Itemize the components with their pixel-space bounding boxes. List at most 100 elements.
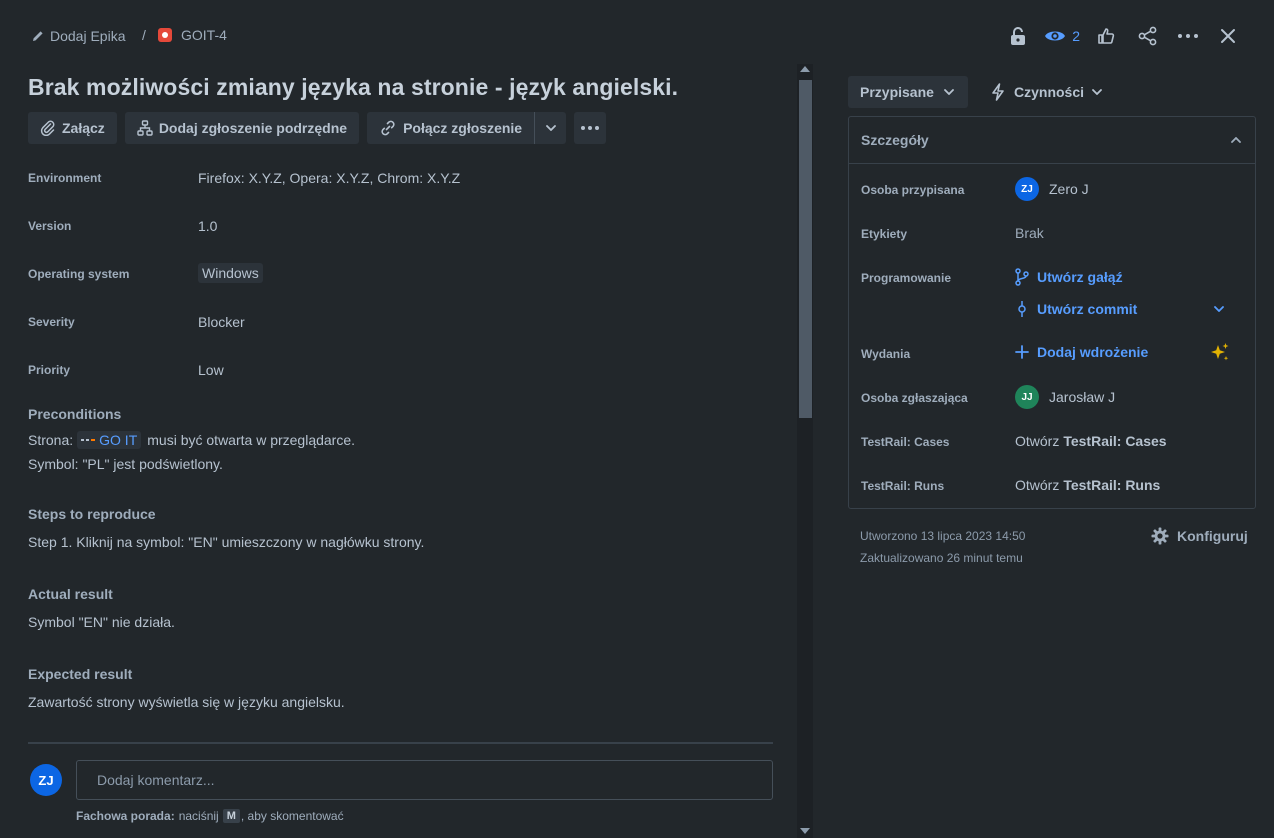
field-value-severity[interactable]: Blocker <box>198 314 245 330</box>
close-icon[interactable] <box>1212 24 1244 48</box>
assignee-name: Zero J <box>1049 181 1089 197</box>
link-issue-button[interactable]: Połącz zgłoszenie <box>367 112 567 144</box>
share-icon[interactable] <box>1132 24 1164 48</box>
chevron-down-icon <box>1092 89 1102 95</box>
assignee-value[interactable]: ZJ Zero J <box>1015 177 1089 201</box>
breadcrumb-issue-key[interactable]: GOIT-4 <box>158 27 227 43</box>
preconditions-suffix: musi być otwarta w przeglądarce. <box>147 432 356 448</box>
steps-text: Step 1. Kliknij na symbol: "EN" umieszcz… <box>28 534 425 550</box>
go-it-smart-link[interactable]: GO IT <box>77 431 142 449</box>
link-issue-label: Połącz zgłoszenie <box>403 120 523 136</box>
issue-key-label: GOIT-4 <box>181 27 227 43</box>
comment-divider <box>28 742 773 744</box>
preconditions-line-2: Symbol: "PL" jest podświetlony. <box>28 456 223 472</box>
attach-button[interactable]: Załącz <box>28 112 117 144</box>
site-favicon-icon <box>81 437 96 443</box>
issue-title[interactable]: Brak możliwości zmiany języka na stronie… <box>28 74 678 101</box>
paperclip-icon <box>40 120 56 136</box>
testrail-cases-link[interactable]: Otwórz TestRail: Cases <box>1015 433 1167 449</box>
go-it-link-label: GO IT <box>99 432 138 448</box>
thumbs-up-icon[interactable] <box>1090 24 1122 48</box>
chevron-down-icon <box>1214 306 1224 312</box>
testrail-runs-pre: Otwórz <box>1015 477 1060 493</box>
testrail-runs-bold: TestRail: Runs <box>1063 477 1161 493</box>
pencil-icon <box>32 30 44 42</box>
main-scrollbar-thumb[interactable] <box>799 80 812 418</box>
toolbar-more-button[interactable] <box>574 112 607 144</box>
comment-input[interactable]: Dodaj komentarz... <box>76 760 773 800</box>
add-deployment-link[interactable]: Dodaj wdrożenie <box>1015 344 1148 360</box>
development-expand[interactable] <box>1214 306 1224 312</box>
chevron-down-icon <box>944 89 954 95</box>
bug-icon <box>158 28 172 42</box>
create-branch-label: Utwórz gałąź <box>1037 269 1123 285</box>
configure-label: Konfiguruj <box>1177 528 1248 544</box>
actual-result-heading: Actual result <box>28 586 113 602</box>
field-value-operating-system[interactable]: Windows <box>198 263 263 283</box>
comment-tip: Fachowa porada: naciśnij M , aby skoment… <box>76 809 344 823</box>
watch-count: 2 <box>1072 28 1080 44</box>
ai-sparkle-icon[interactable] <box>1209 342 1231 364</box>
link-issue-dropdown[interactable] <box>534 112 566 144</box>
testrail-runs-link[interactable]: Otwórz TestRail: Runs <box>1015 477 1160 493</box>
reporter-name: Jarosław J <box>1049 389 1116 405</box>
add-child-issue-button[interactable]: Dodaj zgłoszenie podrzędne <box>124 112 360 144</box>
field-label-priority: Priority <box>28 363 71 377</box>
scroll-up-arrow-icon[interactable] <box>800 66 810 72</box>
actions-dropdown[interactable]: Czynności <box>990 76 1102 108</box>
create-commit-link[interactable]: Utwórz commit <box>1015 300 1137 318</box>
create-commit-label: Utwórz commit <box>1037 301 1138 317</box>
attach-label: Załącz <box>62 120 105 136</box>
testrail-runs-label: TestRail: Runs <box>861 479 945 493</box>
actions-label: Czynności <box>1014 84 1085 100</box>
comment-avatar: ZJ <box>30 764 62 796</box>
field-value-priority[interactable]: Low <box>198 362 224 378</box>
testrail-cases-pre: Otwórz <box>1015 433 1060 449</box>
field-label-version: Version <box>28 219 72 233</box>
configure-button[interactable]: Konfiguruj <box>1151 527 1248 545</box>
lightning-icon <box>992 83 1004 101</box>
tip-post: , aby skomentować <box>240 809 344 823</box>
breadcrumb-separator: / <box>142 27 146 43</box>
status-label: Przypisane <box>860 84 934 100</box>
scroll-down-arrow-icon[interactable] <box>800 828 810 834</box>
preconditions-prefix: Strona: <box>28 432 74 448</box>
expected-result-text: Zawartość strony wyświetla się w języku … <box>28 694 345 710</box>
field-label-operating-system: Operating system <box>28 267 130 281</box>
field-value-version[interactable]: 1.0 <box>198 218 217 234</box>
testrail-cases-bold: TestRail: Cases <box>1063 433 1167 449</box>
watch-button[interactable]: 2 <box>1038 28 1086 44</box>
more-icon <box>581 126 600 130</box>
link-issue-main[interactable]: Połącz zgłoszenie <box>367 112 534 144</box>
reporter-avatar: JJ <box>1015 385 1039 409</box>
labels-value[interactable]: Brak <box>1015 225 1044 241</box>
issue-toolbar: Załącz Dodaj zgłoszenie podrzędne Połącz… <box>28 112 607 144</box>
field-label-severity: Severity <box>28 315 75 329</box>
created-timestamp: Utworzono 13 lipca 2023 14:50 <box>860 529 1026 543</box>
reporter-label: Osoba zgłaszająca <box>861 391 968 405</box>
chevron-up-icon <box>1231 137 1241 143</box>
field-value-environment[interactable]: Firefox: X.Y.Z, Opera: X.Y.Z, Chrom: X.Y… <box>198 170 460 186</box>
chevron-down-icon <box>545 125 556 131</box>
details-header[interactable]: Szczegóły <box>849 117 1255 164</box>
hierarchy-icon <box>137 120 153 136</box>
assignee-label: Osoba przypisana <box>861 183 965 197</box>
commit-icon <box>1018 301 1026 317</box>
steps-heading: Steps to reproduce <box>28 506 156 522</box>
status-dropdown[interactable]: Przypisane <box>848 76 968 108</box>
more-icon[interactable] <box>1172 24 1204 48</box>
tip-key: M <box>222 809 240 823</box>
expected-result-heading: Expected result <box>28 666 133 682</box>
lock-icon[interactable] <box>1002 24 1034 48</box>
create-branch-link[interactable]: Utwórz gałąź <box>1015 268 1123 286</box>
field-label-environment: Environment <box>28 171 102 185</box>
breadcrumb-add-epic[interactable]: Dodaj Epika <box>32 27 126 45</box>
tip-bold: Fachowa porada: <box>76 809 175 823</box>
development-label: Programowanie <box>861 271 952 285</box>
details-panel: Szczegóły Osoba przypisana ZJ Zero J Ety… <box>848 116 1256 509</box>
actual-result-text: Symbol "EN" nie działa. <box>28 614 175 630</box>
add-epic-label: Dodaj Epika <box>50 28 126 44</box>
plus-icon <box>1015 345 1029 359</box>
reporter-value[interactable]: JJ Jarosław J <box>1015 385 1115 409</box>
eye-icon <box>1044 28 1066 44</box>
